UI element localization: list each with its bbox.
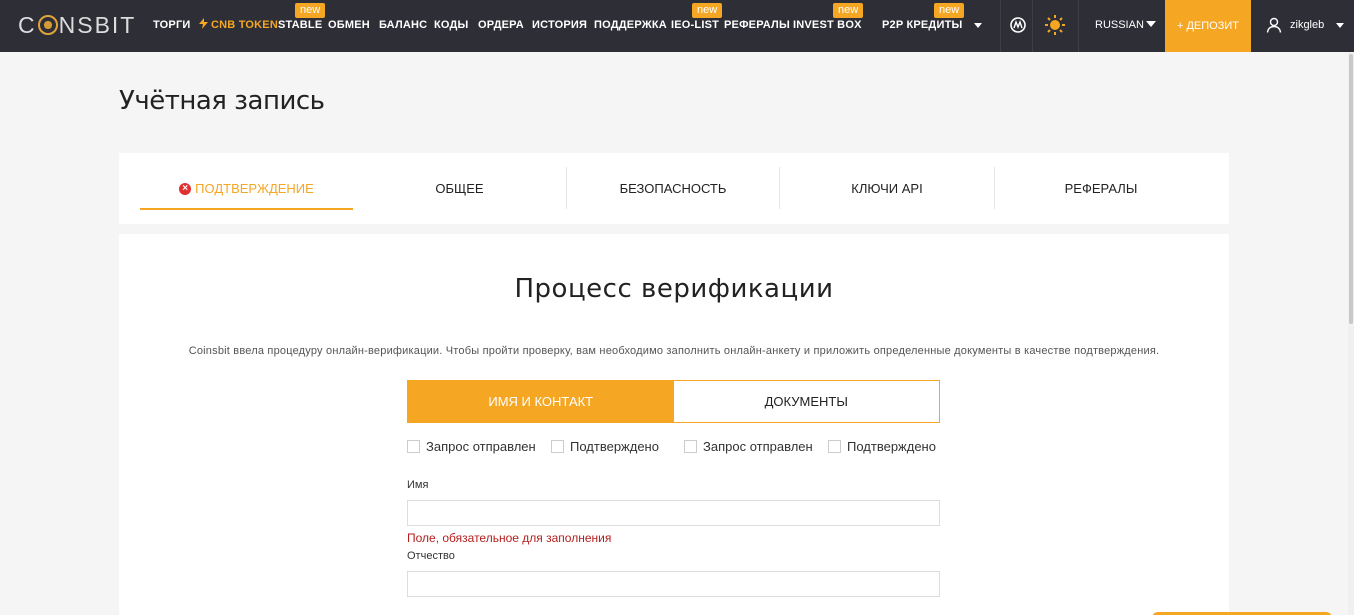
chevron-down-icon[interactable] — [1146, 21, 1156, 27]
coinmarketcap-icon[interactable] — [1007, 14, 1029, 36]
verification-title: Процесс верификации — [514, 274, 834, 304]
coin-icon — [37, 15, 58, 35]
page-title: Учётная запись — [119, 86, 325, 116]
nav-item-history[interactable]: ИСТОРИЯ — [532, 17, 587, 33]
status-request-sent-1: Запрос отправлен — [407, 437, 536, 455]
step-documents[interactable]: ДОКУМЕНТЫ — [674, 381, 940, 422]
error-icon: × — [179, 182, 192, 195]
divider — [1078, 0, 1079, 52]
theme-sun-icon[interactable] — [1044, 14, 1066, 36]
verification-description: Coinsbit ввела процедуру онлайн-верифика… — [188, 345, 1160, 357]
nav-item-cnb-token[interactable]: CNB TOKEN — [199, 17, 278, 33]
new-badge-p2p-credits: new — [934, 3, 965, 18]
lightning-icon — [199, 18, 208, 29]
scrollbar-thumb[interactable] — [1349, 54, 1353, 324]
nav-item-p2p-credits-label: P2P КРЕДИТЫ — [882, 19, 963, 31]
chevron-down-icon — [973, 22, 982, 28]
nav-item-balance[interactable]: БАЛАНС — [379, 17, 427, 33]
checkbox — [551, 439, 564, 453]
nav-item-cnb-token-label: CNB TOKEN — [211, 19, 278, 31]
account-tabs: × ПОДТВЕРЖДЕНИЕ ОБЩЕЕ БЕЗОПАСНОСТЬ КЛЮЧИ… — [119, 153, 1229, 224]
status-confirmed-1: Подтверждено — [551, 437, 659, 455]
nav-item-trade[interactable]: ТОРГИ — [153, 17, 190, 33]
status-label: Подтверждено — [847, 438, 936, 454]
logo-text-right: NSBIT — [58, 11, 137, 38]
step-name-contact[interactable]: ИМЯ И КОНТАКТ — [408, 381, 674, 422]
tab-api-keys[interactable]: КЛЮЧИ API — [780, 153, 994, 224]
logo-text-left: C — [18, 11, 37, 38]
new-badge-invest-box: new — [833, 3, 864, 18]
nav-item-support[interactable]: ПОДДЕРЖКА — [594, 17, 667, 33]
checkbox — [828, 439, 841, 453]
status-confirmed-2: Подтверждено — [828, 437, 936, 455]
nav-item-ieo-list[interactable]: IEO-LIST — [671, 17, 719, 33]
verification-steps: ИМЯ И КОНТАКТ ДОКУМЕНТЫ — [407, 380, 940, 423]
tab-referrals[interactable]: РЕФЕРАЛЫ — [995, 153, 1207, 224]
patronymic-label: Отчество — [407, 550, 455, 562]
nav-item-stable[interactable]: STABLE — [278, 17, 322, 33]
nav-item-referrals[interactable]: РЕФЕРАЛЫ — [724, 17, 790, 33]
coinsbit-logo[interactable]: C NSBIT — [18, 11, 136, 39]
user-menu[interactable]: zikgleb — [1266, 15, 1345, 35]
nav-item-p2p-credits[interactable]: P2P КРЕДИТЫ — [882, 17, 982, 33]
nav-item-codes[interactable]: КОДЫ — [434, 17, 469, 33]
status-label: Запрос отправлен — [426, 438, 536, 454]
new-badge-stable: new — [295, 3, 326, 18]
checkbox — [407, 439, 420, 453]
nav-item-exchange[interactable]: ОБМЕН — [328, 17, 370, 33]
status-label: Подтверждено — [570, 438, 659, 454]
status-label: Запрос отправлен — [703, 438, 813, 454]
user-icon — [1266, 17, 1282, 33]
nav-item-invest-box[interactable]: INVEST BOX — [793, 17, 862, 33]
status-request-sent-2: Запрос отправлен — [684, 437, 813, 455]
verification-card: Процесс верификации Coinsbit ввела проце… — [119, 234, 1229, 615]
first-name-label: Имя — [407, 479, 429, 491]
new-badge-ieo-list: new — [692, 3, 723, 18]
first-name-input[interactable] — [407, 500, 940, 526]
patronymic-input[interactable] — [407, 571, 940, 597]
deposit-button[interactable]: + ДЕПОЗИТ — [1165, 0, 1251, 52]
username: zikgleb — [1290, 19, 1325, 31]
first-name-error: Поле, обязательное для заполнения — [407, 531, 612, 545]
tab-general[interactable]: ОБЩЕЕ — [353, 153, 566, 224]
checkbox — [684, 439, 697, 453]
top-navbar: C NSBIT ТОРГИ CNB TOKEN new STABLE ОБМЕН… — [0, 0, 1354, 52]
divider — [1000, 0, 1001, 52]
divider — [1032, 0, 1033, 52]
tab-security[interactable]: БЕЗОПАСНОСТЬ — [567, 153, 779, 224]
language-selector[interactable]: RUSSIAN — [1095, 17, 1144, 33]
tab-verification[interactable]: × ПОДТВЕРЖДЕНИЕ — [140, 153, 353, 224]
chevron-down-icon — [1336, 22, 1345, 28]
tab-verification-label: ПОДТВЕРЖДЕНИЕ — [195, 181, 314, 196]
nav-item-orders[interactable]: ОРДЕРА — [478, 17, 524, 33]
